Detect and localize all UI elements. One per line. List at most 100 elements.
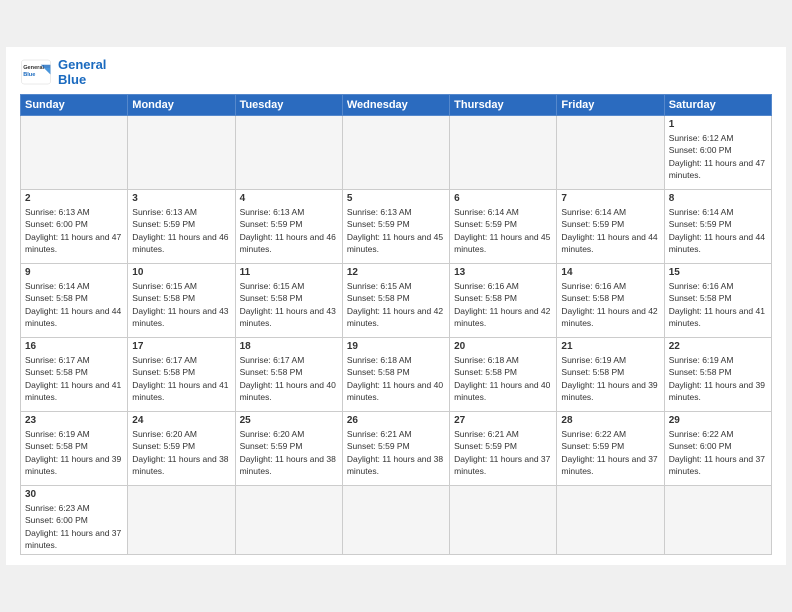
day-info: Sunrise: 6:13 AMSunset: 5:59 PMDaylight:… [347,206,445,255]
day-number: 28 [561,415,659,426]
day-info: Sunrise: 6:22 AMSunset: 5:59 PMDaylight:… [561,428,659,477]
day-info: Sunrise: 6:18 AMSunset: 5:58 PMDaylight:… [347,354,445,403]
calendar-page: General Blue General Blue SundayMondayTu… [6,47,786,565]
day-info: Sunrise: 6:21 AMSunset: 5:59 PMDaylight:… [454,428,552,477]
day-cell [342,485,449,554]
day-info: Sunrise: 6:12 AMSunset: 6:00 PMDaylight:… [669,132,767,181]
day-info: Sunrise: 6:14 AMSunset: 5:58 PMDaylight:… [25,280,123,329]
calendar-table: SundayMondayTuesdayWednesdayThursdayFrid… [20,94,772,555]
day-header-friday: Friday [557,94,664,115]
day-cell [450,115,557,189]
day-number: 29 [669,415,767,426]
day-cell: 26 Sunrise: 6:21 AMSunset: 5:59 PMDayligh… [342,411,449,485]
day-cell [21,115,128,189]
day-cell: 28 Sunrise: 6:22 AMSunset: 5:59 PMDayligh… [557,411,664,485]
day-cell: 18Sunrise: 6:17 AMSunset: 5:58 PMDayligh… [235,337,342,411]
day-cell: 9 Sunrise: 6:14 AMSunset: 5:58 PMDaylight… [21,263,128,337]
day-number: 1 [669,119,767,130]
week-row-6: 30 Sunrise: 6:23 AMSunset: 6:00 PMDayligh… [21,485,772,554]
week-row-3: 9 Sunrise: 6:14 AMSunset: 5:58 PMDaylight… [21,263,772,337]
week-row-5: 23Sunrise: 6:19 AMSunset: 5:58 PMDayligh… [21,411,772,485]
week-row-4: 16 Sunrise: 6:17 AMSunset: 5:58 PMDayligh… [21,337,772,411]
day-cell: 6 Sunrise: 6:14 AMSunset: 5:59 PMDaylight… [450,189,557,263]
day-number: 21 [561,341,659,352]
day-cell: 14 Sunrise: 6:16 AMSunset: 5:58 PMDayligh… [557,263,664,337]
day-info: Sunrise: 6:18 AMSunset: 5:58 PMDaylight:… [454,354,552,403]
day-number: 2 [25,193,123,204]
day-header-thursday: Thursday [450,94,557,115]
day-number: 15 [669,267,767,278]
day-cell: 21Sunrise: 6:19 AMSunset: 5:58 PMDayligh… [557,337,664,411]
day-info: Sunrise: 6:21 AMSunset: 5:59 PMDaylight:… [347,428,445,477]
day-cell: 10Sunrise: 6:15 AMSunset: 5:58 PMDayligh… [128,263,235,337]
day-info: Sunrise: 6:16 AMSunset: 5:58 PMDaylight:… [669,280,767,329]
day-cell: 5Sunrise: 6:13 AMSunset: 5:59 PMDaylight… [342,189,449,263]
day-number: 18 [240,341,338,352]
day-cell: 19 Sunrise: 6:18 AMSunset: 5:58 PMDayligh… [342,337,449,411]
day-cell: 30 Sunrise: 6:23 AMSunset: 6:00 PMDayligh… [21,485,128,554]
day-cell: 13 Sunrise: 6:16 AMSunset: 5:58 PMDayligh… [450,263,557,337]
day-number: 24 [132,415,230,426]
day-cell [450,485,557,554]
day-cell: 24 Sunrise: 6:20 AMSunset: 5:59 PMDayligh… [128,411,235,485]
day-number: 12 [347,267,445,278]
day-header-wednesday: Wednesday [342,94,449,115]
day-cell: 7Sunrise: 6:14 AMSunset: 5:59 PMDaylight… [557,189,664,263]
day-info: Sunrise: 6:19 AMSunset: 5:58 PMDaylight:… [25,428,123,477]
day-cell [557,485,664,554]
day-info: Sunrise: 6:23 AMSunset: 6:00 PMDaylight:… [25,502,123,551]
day-number: 16 [25,341,123,352]
day-number: 25 [240,415,338,426]
day-info: Sunrise: 6:17 AMSunset: 5:58 PMDaylight:… [132,354,230,403]
day-cell: 25 Sunrise: 6:20 AMSunset: 5:59 PMDayligh… [235,411,342,485]
svg-text:General: General [23,65,44,71]
day-header-monday: Monday [128,94,235,115]
day-info: Sunrise: 6:16 AMSunset: 5:58 PMDaylight:… [454,280,552,329]
day-info: Sunrise: 6:16 AMSunset: 5:58 PMDaylight:… [561,280,659,329]
day-info: Sunrise: 6:20 AMSunset: 5:59 PMDaylight:… [132,428,230,477]
day-cell: 4 Sunrise: 6:13 AMSunset: 5:59 PMDaylight… [235,189,342,263]
day-info: Sunrise: 6:22 AMSunset: 6:00 PMDaylight:… [669,428,767,477]
day-number: 11 [240,267,338,278]
day-number: 19 [347,341,445,352]
day-cell: 20Sunrise: 6:18 AMSunset: 5:58 PMDayligh… [450,337,557,411]
day-number: 27 [454,415,552,426]
day-cell: 12Sunrise: 6:15 AMSunset: 5:58 PMDayligh… [342,263,449,337]
calendar-header-row: SundayMondayTuesdayWednesdayThursdayFrid… [21,94,772,115]
day-header-sunday: Sunday [21,94,128,115]
day-cell: 2Sunrise: 6:13 AMSunset: 6:00 PMDaylight… [21,189,128,263]
day-number: 26 [347,415,445,426]
day-cell: 16 Sunrise: 6:17 AMSunset: 5:58 PMDayligh… [21,337,128,411]
day-number: 22 [669,341,767,352]
day-cell: 15 Sunrise: 6:16 AMSunset: 5:58 PMDayligh… [664,263,771,337]
svg-text:Blue: Blue [23,72,35,78]
day-cell [235,115,342,189]
page-header: General Blue General Blue [20,57,772,88]
day-number: 17 [132,341,230,352]
day-info: Sunrise: 6:14 AMSunset: 5:59 PMDaylight:… [454,206,552,255]
day-number: 4 [240,193,338,204]
day-header-saturday: Saturday [664,94,771,115]
day-number: 6 [454,193,552,204]
day-cell [557,115,664,189]
day-number: 8 [669,193,767,204]
day-number: 13 [454,267,552,278]
day-cell: 17 Sunrise: 6:17 AMSunset: 5:58 PMDayligh… [128,337,235,411]
day-info: Sunrise: 6:13 AMSunset: 5:59 PMDaylight:… [240,206,338,255]
day-cell [235,485,342,554]
week-row-2: 2Sunrise: 6:13 AMSunset: 6:00 PMDaylight… [21,189,772,263]
day-info: Sunrise: 6:19 AMSunset: 5:58 PMDaylight:… [669,354,767,403]
day-number: 9 [25,267,123,278]
logo-label: General Blue [58,57,106,88]
day-cell: 1 Sunrise: 6:12 AMSunset: 6:00 PMDaylight… [664,115,771,189]
day-info: Sunrise: 6:15 AMSunset: 5:58 PMDaylight:… [132,280,230,329]
day-cell [128,485,235,554]
day-info: Sunrise: 6:17 AMSunset: 5:58 PMDaylight:… [25,354,123,403]
day-number: 7 [561,193,659,204]
day-number: 14 [561,267,659,278]
logo-icon: General Blue [20,58,52,86]
day-number: 3 [132,193,230,204]
day-info: Sunrise: 6:20 AMSunset: 5:59 PMDaylight:… [240,428,338,477]
day-number: 30 [25,489,123,500]
day-info: Sunrise: 6:13 AMSunset: 5:59 PMDaylight:… [132,206,230,255]
